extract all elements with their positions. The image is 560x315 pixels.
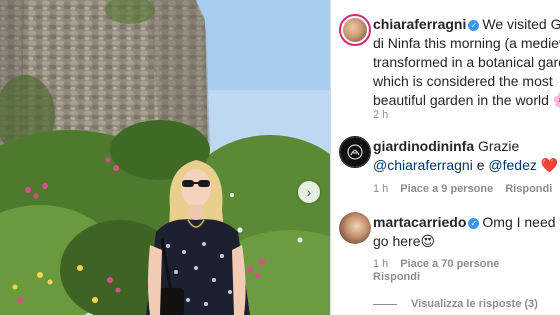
commenter-avatar-giardino[interactable]	[339, 136, 371, 168]
mention-chiaraferragni[interactable]: @chiaraferragni	[373, 157, 473, 173]
caption-meta: 2 h	[373, 109, 400, 121]
comment-2-meta-2: Rispondi	[373, 271, 432, 283]
mention-fedez[interactable]: @fedez	[488, 157, 536, 173]
photo-scene	[0, 0, 330, 315]
comment-2-likes[interactable]: Piace a 70 persone	[400, 258, 499, 270]
caption-line-4: which is considered the most	[373, 73, 553, 89]
commenter-username-1[interactable]: giardinodininfa	[373, 138, 474, 154]
comment-1-time[interactable]: 1 h	[373, 183, 388, 195]
caption-time[interactable]: 2 h	[373, 109, 388, 121]
flower-emoji: 🌸	[553, 92, 560, 108]
caption-line-3: transformed in a botanical garde	[373, 54, 560, 70]
caption-line-5: beautiful garden in the world 🌸	[373, 91, 560, 110]
commenter-username-2[interactable]: martacarriedo	[373, 214, 466, 230]
caption-text-end: beautiful garden in the world	[373, 92, 549, 108]
verified-badge-icon: ✓	[468, 20, 480, 31]
chevron-right-icon: ›	[306, 184, 312, 200]
comment-2-line-1: martacarriedo✓Omg I need to	[373, 213, 560, 232]
verified-badge-icon: ✓	[468, 218, 480, 229]
comment-1-text: Grazie	[478, 138, 520, 154]
heart-eyes-emoji: 😍	[420, 233, 436, 249]
caption-text: We visited Gia	[482, 16, 560, 32]
author-username[interactable]: chiaraferragni	[373, 16, 466, 32]
author-avatar[interactable]	[339, 14, 371, 46]
comment-2-line-2: go here😍	[373, 232, 435, 251]
comment-1-likes[interactable]: Piace a 9 persone	[400, 183, 493, 195]
comment-1-conj: e	[476, 157, 485, 173]
caption-line-2: di Ninfa this morning (a medieva	[373, 35, 560, 51]
comment-2-text-end: go here	[373, 233, 421, 249]
comment-2-text: Omg I need to	[482, 214, 560, 230]
caption-line-1: chiaraferragni✓We visited Gia	[373, 15, 560, 34]
next-photo-button[interactable]: ›	[298, 181, 320, 203]
comment-1-meta: 1 h Piace a 9 persone Rispondi	[373, 183, 560, 195]
post-photo[interactable]: ›	[0, 0, 330, 315]
replies-dash	[373, 303, 397, 305]
comment-2-reply-button[interactable]: Rispondi	[373, 271, 420, 283]
heart-emoji: ❤️	[540, 157, 559, 173]
comment-2-meta: 1 h Piace a 70 persone	[373, 258, 511, 270]
view-replies-button[interactable]: Visualizza le risposte (3)	[373, 298, 538, 310]
comment-2-time[interactable]: 1 h	[373, 258, 388, 270]
comments-pane: chiaraferragni✓We visited Gia di Ninfa t…	[331, 0, 560, 315]
view-replies-label: Visualizza le risposte (3)	[411, 298, 538, 310]
commenter-avatar-marta[interactable]	[339, 212, 371, 244]
ninfa-logo-icon	[347, 144, 363, 160]
comment-1-line-1: giardinodininfa Grazie	[373, 137, 519, 156]
comment-1-line-2: @chiaraferragni e @fedez ❤️	[373, 156, 558, 175]
comment-1-reply-button[interactable]: Rispondi	[505, 183, 552, 195]
